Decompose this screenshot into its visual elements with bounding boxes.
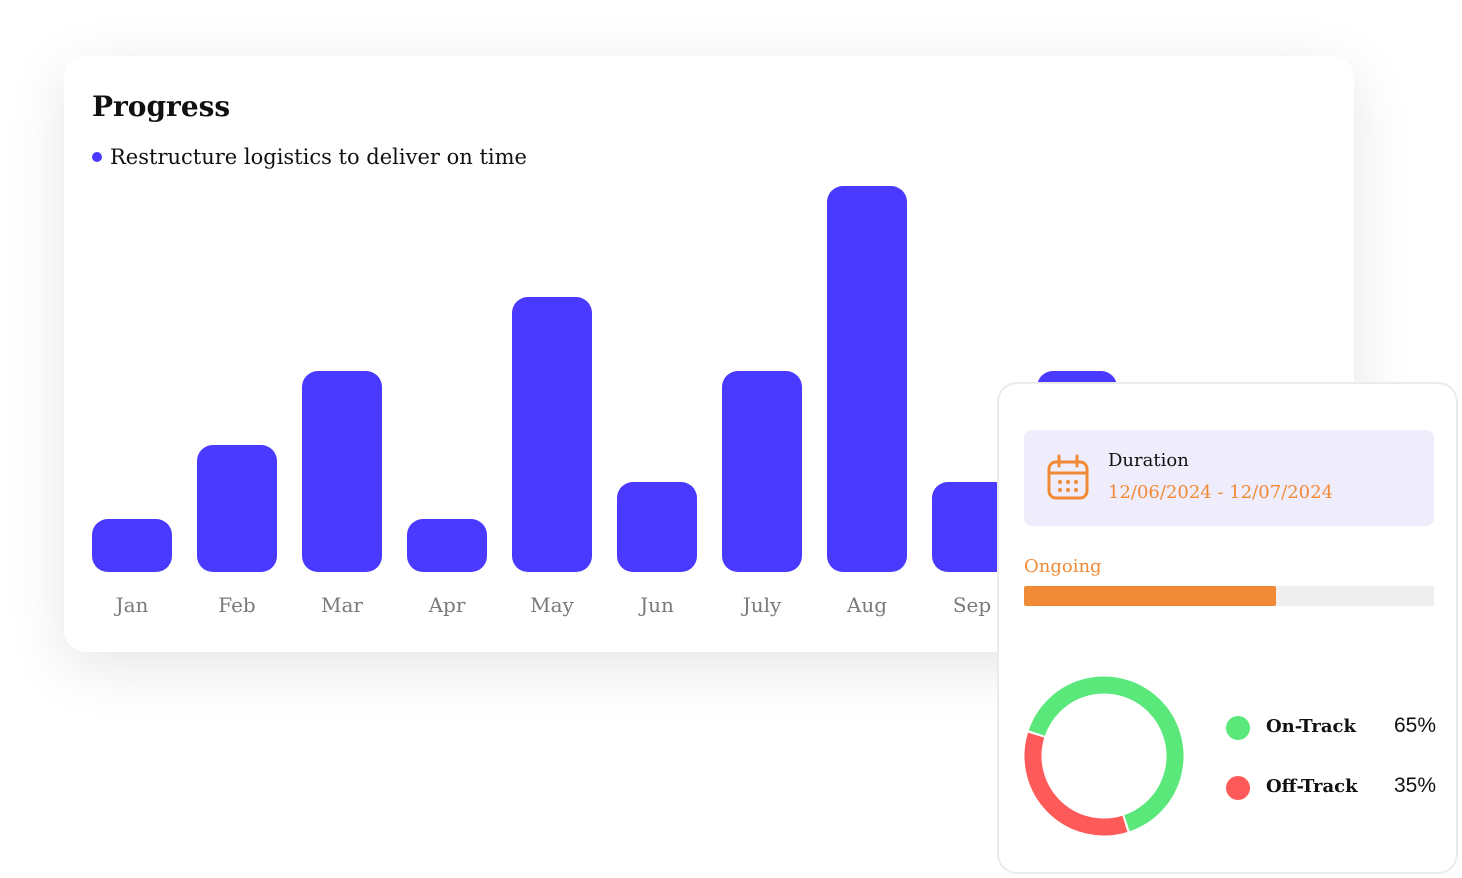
x-tick-label: Sep — [953, 593, 991, 617]
legend-on-track: On-Track 65% — [1226, 713, 1436, 743]
off-track-label: Off-Track — [1266, 776, 1358, 797]
bar-feb — [197, 445, 277, 572]
x-tick-label: Feb — [218, 593, 255, 617]
x-tick-label: Jun — [638, 593, 674, 617]
bar-jan — [92, 519, 172, 572]
off-track-arc — [1024, 732, 1128, 836]
dashboard-stage: JanFebMarAprMayJunJulyAugSepOct Progress… — [0, 0, 1462, 878]
on-track-percent: 65% — [1393, 714, 1436, 737]
chart-legend: Restructure logistics to deliver on time — [92, 145, 527, 169]
x-tick-label: May — [530, 593, 574, 617]
x-tick-label: Aug — [846, 593, 887, 617]
duration-label: Duration — [1108, 450, 1189, 471]
legend-dot — [92, 152, 102, 162]
legend-series-label: Restructure logistics to deliver on time — [110, 145, 527, 169]
bar-mar — [302, 371, 382, 572]
chart-title: Progress — [92, 90, 231, 123]
status-progress-fill — [1024, 586, 1277, 606]
x-tick-label: July — [741, 593, 782, 617]
x-tick-label: Mar — [321, 593, 363, 617]
off-track-dot — [1226, 776, 1250, 800]
duration-box: Duration 12/06/2024 - 12/07/2024 — [1024, 430, 1434, 526]
bar-july — [722, 371, 802, 572]
status-progress-bar — [1024, 586, 1434, 606]
x-tick-label: Jan — [114, 593, 149, 617]
bar-apr — [407, 519, 487, 572]
status-card: Duration 12/06/2024 - 12/07/2024 Ongoing… — [997, 382, 1458, 874]
off-track-percent: 35% — [1393, 774, 1436, 797]
on-track-dot — [1226, 716, 1250, 740]
duration-range: 12/06/2024 - 12/07/2024 — [1108, 482, 1334, 503]
legend-off-track: Off-Track 35% — [1226, 773, 1436, 803]
on-track-label: On-Track — [1266, 716, 1356, 737]
calendar-icon — [1047, 454, 1089, 500]
track-donut-chart — [1024, 676, 1184, 836]
x-tick-label: Apr — [428, 593, 466, 617]
status-label: Ongoing — [1024, 556, 1102, 577]
bar-may — [512, 297, 592, 572]
bar-jun — [617, 482, 697, 572]
bar-aug — [827, 186, 907, 572]
